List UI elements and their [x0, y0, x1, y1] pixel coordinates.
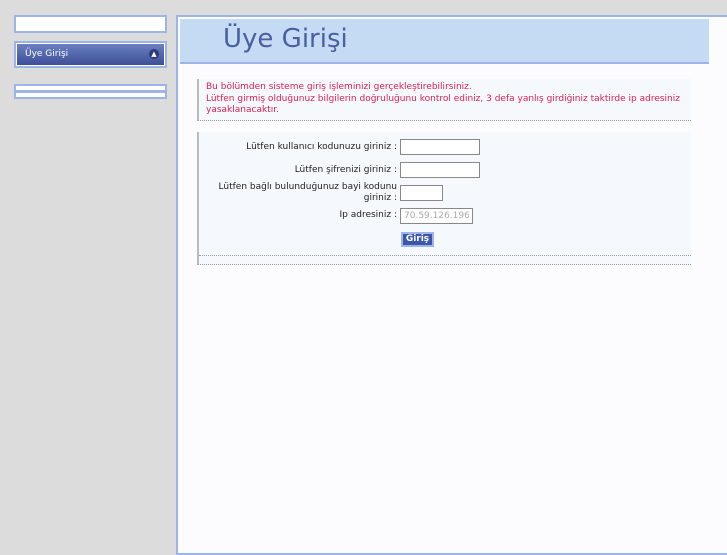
ip-address-field	[400, 208, 473, 224]
ip-label: Ip adresiniz :	[339, 210, 397, 220]
sidebar-item-uye-girisi[interactable]: Üye Girişi ▲	[17, 44, 164, 65]
chevron-up-icon[interactable]: ▲	[149, 49, 159, 59]
dealer-code-label: Lütfen bağlı bulunduğunuz bayi kodunu gi…	[218, 182, 397, 203]
info-line-1: Bu bölümden sisteme giriş işleminizi ger…	[206, 82, 472, 92]
page-header: Üye Girişi	[180, 19, 709, 64]
page-title: Üye Girişi	[223, 24, 348, 54]
dealer-code-input[interactable]	[400, 185, 443, 201]
password-label: Lütfen şifrenizi giriniz :	[294, 165, 397, 175]
info-message: Bu bölümden sisteme giriş işleminizi ger…	[197, 79, 691, 121]
sidebar-item-label: Üye Girişi	[25, 49, 69, 59]
sidebar-bottom-box-2	[14, 91, 167, 99]
login-form: Lütfen kullanıcı kodunuzu giriniz : Lütf…	[197, 132, 691, 265]
user-code-input[interactable]	[400, 139, 480, 155]
password-input[interactable]	[400, 162, 480, 178]
divider	[199, 255, 691, 256]
login-button[interactable]: Giriş	[401, 232, 434, 247]
user-code-label: Lütfen kullanıcı kodunuzu giriniz :	[246, 142, 397, 152]
sidebar-top-box	[14, 15, 167, 33]
info-line-2: Lütfen girmiş olduğunuz bilgilerin doğru…	[206, 93, 680, 116]
